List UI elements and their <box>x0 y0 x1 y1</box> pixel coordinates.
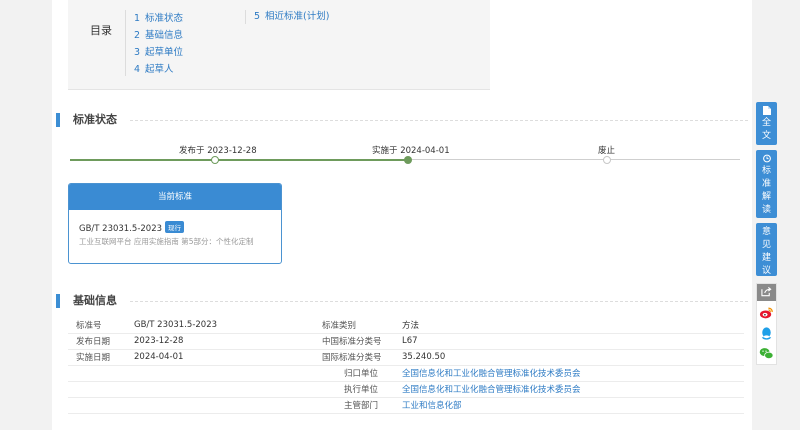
share-panel <box>756 283 777 365</box>
toc-title: 目录 <box>90 24 112 37</box>
interpretation-button[interactable]: 标 准 解 读 <box>756 150 777 218</box>
cell-label: 标准类别 <box>314 317 402 334</box>
section-divider <box>130 301 748 302</box>
cell-label: 国际标准分类号 <box>314 349 402 366</box>
timeline-label-effective: 实施于 2024-04-01 <box>372 146 450 156</box>
fulltext-button[interactable]: 全 文 <box>756 102 777 145</box>
section-accent-bar <box>56 294 60 308</box>
section-divider <box>130 120 748 121</box>
table-row: 发布日期 2023-12-28 中国标准分类号 L67 <box>68 333 744 350</box>
timeline-node-published <box>211 156 219 164</box>
cell-value: 方法 <box>402 317 744 334</box>
cell-value: 2024-04-01 <box>134 349 314 366</box>
table-row: 实施日期 2024-04-01 国际标准分类号 35.240.50 <box>68 349 744 366</box>
table-row: 标准号 GB/T 23031.5-2023 标准类别 方法 <box>68 317 744 334</box>
weibo-icon[interactable] <box>759 305 774 320</box>
feedback-button[interactable]: 意 见 建 议 <box>756 223 777 276</box>
standard-code: GB/T 23031.5-2023 现行 <box>79 221 185 234</box>
timeline-remaining-line <box>408 159 740 160</box>
technical-committee-link[interactable]: 全国信息化和工业化融合管理标准化技术委员会 <box>402 365 744 382</box>
qq-icon[interactable] <box>759 326 774 341</box>
share-icon[interactable] <box>757 284 776 301</box>
toc-column-1: 1 标准状态 2 基础信息 3 起草单位 4 起草人 <box>125 10 183 76</box>
cell-label: 实施日期 <box>68 349 134 366</box>
table-row: 归口单位 全国信息化和工业化融合管理标准化技术委员会 <box>68 365 744 382</box>
cell-label: 归口单位 <box>314 365 402 382</box>
cell-value: L67 <box>402 333 744 350</box>
timeline-node-effective <box>404 156 412 164</box>
cell-label: 中国标准分类号 <box>314 333 402 350</box>
toc-item-basic-info[interactable]: 2 基础信息 <box>134 27 183 44</box>
toc-item-drafters[interactable]: 4 起草人 <box>134 61 183 78</box>
toc-item-related-standards[interactable]: 5 相近标准(计划) <box>254 10 329 24</box>
cell-label: 发布日期 <box>68 333 134 350</box>
toc-column-2: 5 相近标准(计划) <box>245 10 329 24</box>
cell-value: 35.240.50 <box>402 349 744 366</box>
toc-item-drafting-units[interactable]: 3 起草单位 <box>134 44 183 61</box>
main-page: 目录 1 标准状态 2 基础信息 3 起草单位 4 起草人 5 相近标准(计划) 标准状态… <box>52 0 752 430</box>
toc-item-status[interactable]: 1 标准状态 <box>134 10 183 27</box>
timeline-label-published: 发布于 2023-12-28 <box>179 146 257 156</box>
section-title: 标准状态 <box>73 113 117 126</box>
cell-value: GB/T 23031.5-2023 <box>134 317 314 334</box>
cell-label: 标准号 <box>68 317 134 334</box>
section-title: 基础信息 <box>73 294 117 307</box>
timeline-progress-line <box>70 159 408 161</box>
table-row: 执行单位 全国信息化和工业化融合管理标准化技术委员会 <box>68 381 744 398</box>
cell-value: 2023-12-28 <box>134 333 314 350</box>
table-of-contents: 目录 1 标准状态 2 基础信息 3 起草单位 4 起草人 5 相近标准(计划) <box>68 0 490 90</box>
status-badge: 现行 <box>165 221 185 233</box>
executing-unit-link[interactable]: 全国信息化和工业化融合管理标准化技术委员会 <box>402 381 744 398</box>
card-header: 当前标准 <box>69 184 281 210</box>
basic-info-table: 标准号 GB/T 23031.5-2023 标准类别 方法 发布日期 2023-… <box>68 317 744 414</box>
cell-label: 执行单位 <box>314 381 402 398</box>
standard-name: 工业互联网平台 应用实施指南 第5部分：个性化定制 <box>79 237 254 246</box>
competent-department-link[interactable]: 工业和信息化部 <box>402 397 744 414</box>
table-row: 主管部门 工业和信息化部 <box>68 397 744 414</box>
section-accent-bar <box>56 113 60 127</box>
timeline-label-abolished: 废止 <box>598 146 616 156</box>
cell-label: 主管部门 <box>314 397 402 414</box>
clock-icon <box>762 154 771 163</box>
current-standard-card[interactable]: 当前标准 GB/T 23031.5-2023 现行 工业互联网平台 应用实施指南 … <box>68 183 282 264</box>
wechat-icon[interactable] <box>759 346 774 361</box>
timeline-node-abolished <box>603 156 611 164</box>
document-icon <box>762 106 771 115</box>
